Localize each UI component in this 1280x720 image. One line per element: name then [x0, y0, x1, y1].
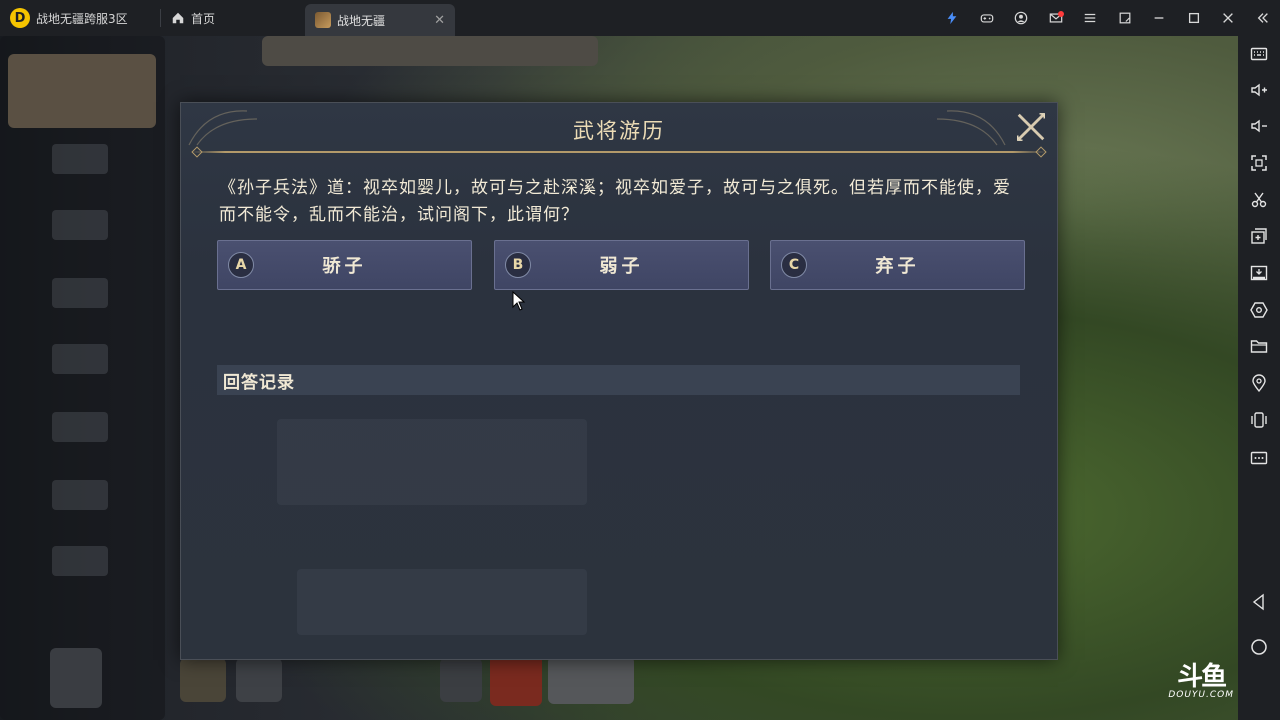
home-circle-icon[interactable]	[1238, 631, 1280, 663]
screenshot-icon[interactable]	[1238, 147, 1280, 179]
blurred-top-bar	[262, 36, 598, 66]
menu-icon[interactable]	[1073, 0, 1108, 36]
close-icon[interactable]	[1211, 0, 1246, 36]
option-c-button[interactable]: C 弃子	[770, 240, 1025, 290]
douyu-watermark: 斗鱼 DOUYU.COM	[1168, 664, 1234, 700]
blurred-menu-row	[52, 144, 108, 174]
bolt-icon[interactable]	[935, 0, 970, 36]
shake-icon[interactable]	[1238, 404, 1280, 436]
answer-record-header: 回答记录	[217, 365, 1020, 395]
option-c-letter: C	[781, 252, 807, 278]
mouse-cursor-icon	[512, 291, 526, 311]
option-b-label: 弱子	[599, 256, 644, 277]
option-a-letter: A	[228, 252, 254, 278]
settings-hex-icon[interactable]	[1238, 294, 1280, 326]
blurred-icon	[440, 658, 482, 702]
app-logo-icon: D	[10, 8, 30, 28]
blurred-icon	[50, 648, 102, 708]
mail-badge	[1057, 11, 1064, 17]
title-divider	[191, 151, 1047, 153]
maximize-icon[interactable]	[1177, 0, 1212, 36]
crossed-swords-close-icon	[1017, 113, 1045, 141]
game-tab[interactable]: 战地无疆 ✕	[305, 4, 455, 36]
blurred-menu-row	[52, 480, 108, 510]
blurred-record-panel	[277, 419, 587, 505]
keyboard-icon[interactable]	[1238, 38, 1280, 70]
divider-cap-right	[1035, 146, 1047, 158]
blurred-left-header	[8, 54, 156, 128]
volume-up-icon[interactable]	[1238, 74, 1280, 106]
blurred-menu-row	[52, 210, 108, 240]
blurred-red-button	[490, 654, 542, 706]
option-b-letter: B	[505, 252, 531, 278]
dialog-close-button[interactable]	[1013, 109, 1049, 145]
blurred-icon	[180, 658, 226, 702]
blurred-record-panel	[297, 569, 587, 635]
restore-icon[interactable]	[1108, 0, 1143, 36]
app-title: 战地无疆跨服3区	[36, 11, 128, 26]
watermark-logo: 斗鱼	[1177, 662, 1227, 692]
apk-icon[interactable]	[1238, 257, 1280, 289]
location-icon[interactable]	[1238, 367, 1280, 399]
answer-record-title: 回答记录	[223, 372, 295, 393]
option-a-button[interactable]: A 骄子	[217, 240, 472, 290]
option-b-button[interactable]: B 弱子	[494, 240, 749, 290]
more-icon[interactable]	[1238, 442, 1280, 474]
option-a-label: 骄子	[322, 256, 367, 277]
blurred-grey-button	[548, 656, 634, 704]
dialog-title: 武将游历	[573, 119, 665, 143]
app-tab[interactable]: D 战地无疆跨服3区	[0, 0, 160, 36]
blurred-menu-row	[52, 546, 108, 576]
blurred-menu-row	[52, 412, 108, 442]
back-icon[interactable]	[1238, 586, 1280, 618]
volume-down-icon[interactable]	[1238, 110, 1280, 142]
question-text: 《孙子兵法》道：视卒如婴儿，故可与之赴深溪；视卒如爱子，故可与之俱死。但若厚而不…	[219, 178, 1011, 225]
gamepad-icon[interactable]	[970, 0, 1005, 36]
scissors-icon[interactable]	[1238, 184, 1280, 216]
tab-close-icon[interactable]: ✕	[434, 13, 445, 28]
home-icon	[172, 12, 184, 24]
game-tab-icon	[315, 12, 331, 28]
user-icon[interactable]	[1004, 0, 1039, 36]
home-tab[interactable]: 首页	[161, 0, 301, 36]
folder-icon[interactable]	[1238, 330, 1280, 362]
title-bar: D 战地无疆跨服3区 首页 战地无疆 ✕	[0, 0, 1280, 36]
blurred-left-panel	[0, 36, 165, 720]
home-tab-label: 首页	[191, 11, 216, 26]
emulator-sidebar	[1238, 36, 1280, 720]
window-controls	[935, 0, 1280, 36]
blurred-icon	[236, 658, 282, 702]
minimize-icon[interactable]	[1142, 0, 1177, 36]
collapse-icon[interactable]	[1246, 0, 1280, 36]
blurred-menu-row	[52, 344, 108, 374]
add-window-icon[interactable]	[1238, 220, 1280, 252]
option-c-label: 弃子	[875, 256, 920, 277]
general-travel-dialog: 武将游历 《孙子兵法》道：视卒如婴儿，故可与之赴深溪；视卒如爱子，故可与之俱死。…	[180, 102, 1058, 660]
game-tab-label: 战地无疆	[337, 13, 386, 28]
divider-cap-left	[191, 146, 203, 158]
mail-icon[interactable]	[1039, 0, 1074, 36]
blurred-menu-row	[52, 278, 108, 308]
watermark-domain: DOUYU.COM	[1168, 690, 1234, 700]
